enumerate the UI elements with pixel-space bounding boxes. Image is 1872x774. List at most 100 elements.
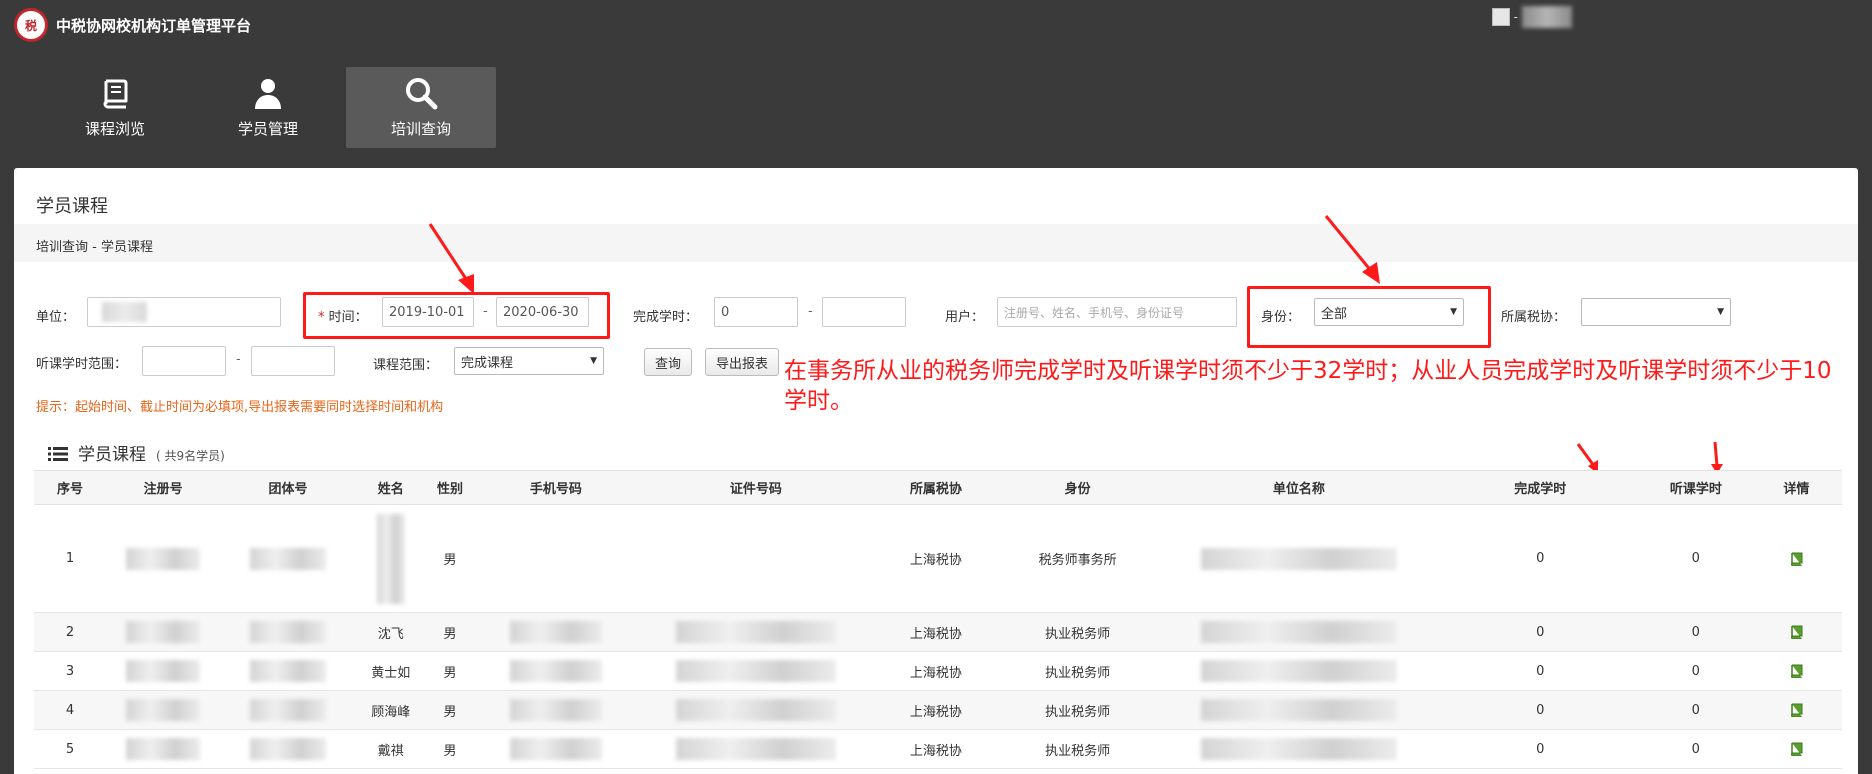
unit-input[interactable] (87, 297, 281, 327)
cell-detail (1750, 504, 1842, 613)
cell-phone (474, 504, 638, 613)
cell-identity: 执业税务师 (997, 651, 1159, 691)
student-course-table: 序号 注册号 团体号 姓名 性别 手机号码 证件号码 所属税协 身份 单位名称 … (34, 470, 1842, 769)
assoc-select[interactable]: ▼ (1581, 298, 1731, 326)
user-avatar[interactable] (1491, 8, 1510, 26)
search-icon (406, 78, 438, 110)
user-icon (255, 79, 281, 109)
query-button[interactable]: 查询 (644, 348, 692, 376)
col-header: 听课学时 (1640, 470, 1751, 505)
cell-listen-hours: 0 (1640, 504, 1751, 613)
detail-book-icon[interactable] (1789, 664, 1803, 678)
cell-name (355, 504, 426, 613)
annotation-arrow (1324, 215, 1380, 284)
cell-identity: 执业税务师 (997, 690, 1159, 730)
identity-select[interactable]: 全部 ▼ (1314, 298, 1464, 326)
required-mark: * (318, 310, 325, 325)
redacted-value (126, 547, 201, 570)
redacted-value (675, 738, 836, 760)
redacted-value (675, 660, 836, 682)
redacted-value (1200, 660, 1397, 682)
cell-group-no (220, 612, 356, 652)
cell-done-hours: 0 (1439, 504, 1641, 613)
detail-book-icon[interactable] (1789, 703, 1803, 717)
section-title: 学员课程 (78, 445, 146, 465)
user-menu[interactable]: - (1491, 6, 1572, 28)
cell-id-no (637, 612, 875, 652)
redacted-value (509, 699, 602, 721)
cell-no: 4 (34, 690, 106, 730)
cell-detail (1750, 729, 1842, 769)
table-row: 2 沈飞 男 上海税协 执业税务师 0 0 (34, 612, 1842, 652)
app-title: 中税协网校机构订单管理平台 (56, 16, 252, 35)
listen-max-input[interactable] (251, 346, 335, 376)
cell-group-no (220, 504, 356, 613)
range-separator: - (808, 304, 813, 319)
main-nav: 课程浏览 学员管理 培训查询 (40, 67, 496, 148)
hours-min-input[interactable]: 0 (714, 297, 798, 327)
cell-phone (474, 690, 638, 730)
cell-name: 黄士如 (355, 651, 426, 691)
cell-listen-hours: 0 (1640, 612, 1751, 652)
cell-detail (1750, 690, 1842, 730)
redacted-value (675, 699, 836, 721)
redacted-value (1200, 699, 1397, 721)
cell-reg-no (105, 651, 221, 691)
cell-identity: 执业税务师 (997, 612, 1159, 652)
cell-listen-hours: 0 (1640, 690, 1751, 730)
col-header: 身份 (997, 470, 1159, 505)
col-header: 姓名 (355, 470, 426, 505)
scope-select[interactable]: 完成课程 ▼ (454, 347, 604, 375)
annotation-text: 在事务所从业的税务师完成学时及听课学时须不少于32学时；从业人员完成学时及听课学… (784, 358, 1832, 414)
nav-course-browse[interactable]: 课程浏览 (40, 67, 190, 148)
redacted-value (1200, 621, 1397, 643)
redacted-value (250, 699, 327, 721)
chevron-down-icon: ▼ (590, 356, 597, 366)
cell-detail (1750, 612, 1842, 652)
nav-training-query[interactable]: 培训查询 (346, 67, 496, 148)
export-report-button[interactable]: 导出报表 (705, 348, 779, 376)
nav-label: 学员管理 (237, 120, 298, 138)
col-header: 手机号码 (474, 470, 638, 505)
cell-group-no (220, 690, 356, 730)
detail-book-icon[interactable] (1789, 742, 1803, 756)
hours-max-input[interactable] (822, 297, 906, 327)
col-header: 单位名称 (1158, 470, 1440, 505)
detail-book-icon[interactable] (1789, 625, 1803, 639)
listen-min-input[interactable] (142, 346, 226, 376)
time-end-input[interactable]: 2020-06-30 (496, 297, 589, 327)
nav-label: 培训查询 (390, 120, 451, 138)
table-header-row: 序号 注册号 团体号 姓名 性别 手机号码 证件号码 所属税协 身份 单位名称 … (34, 470, 1842, 505)
user-name-redacted[interactable] (1522, 6, 1572, 28)
time-start-input[interactable]: 2019-10-01 (382, 297, 474, 327)
redacted-value (675, 621, 836, 643)
annotation-arrow (428, 223, 474, 294)
table-row: 4 顾海峰 男 上海税协 执业税务师 0 0 (34, 690, 1842, 730)
detail-book-icon[interactable] (1789, 552, 1803, 566)
redacted-value (250, 660, 327, 682)
col-header: 团体号 (220, 470, 356, 505)
redacted-value (509, 738, 602, 760)
cell-id-no (637, 651, 875, 691)
cell-assoc: 上海税协 (874, 612, 998, 652)
redacted-value (376, 513, 405, 604)
scope-value: 完成课程 (461, 355, 514, 371)
logo-text: 税 (24, 18, 37, 33)
cell-phone (474, 651, 638, 691)
identity-value: 全部 (1321, 306, 1348, 322)
cell-id-no (637, 504, 875, 613)
cell-phone (474, 612, 638, 652)
redacted-value (126, 699, 201, 721)
nav-student-manage[interactable]: 学员管理 (193, 67, 343, 148)
range-separator: - (483, 304, 488, 319)
user-search-input[interactable]: 注册号、姓名、手机号、身份证号 (997, 297, 1237, 327)
cell-identity: 税务师事务所 (997, 504, 1159, 613)
scope-label: 课程范围： (373, 358, 439, 373)
col-header: 所属税协 (874, 470, 998, 505)
cell-unit (1158, 729, 1440, 769)
cell-reg-no (105, 690, 221, 730)
cell-assoc: 上海税协 (874, 690, 998, 730)
redacted-value (250, 738, 327, 760)
time-label-text: 时间： (328, 310, 368, 325)
col-header: 性别 (425, 470, 475, 505)
